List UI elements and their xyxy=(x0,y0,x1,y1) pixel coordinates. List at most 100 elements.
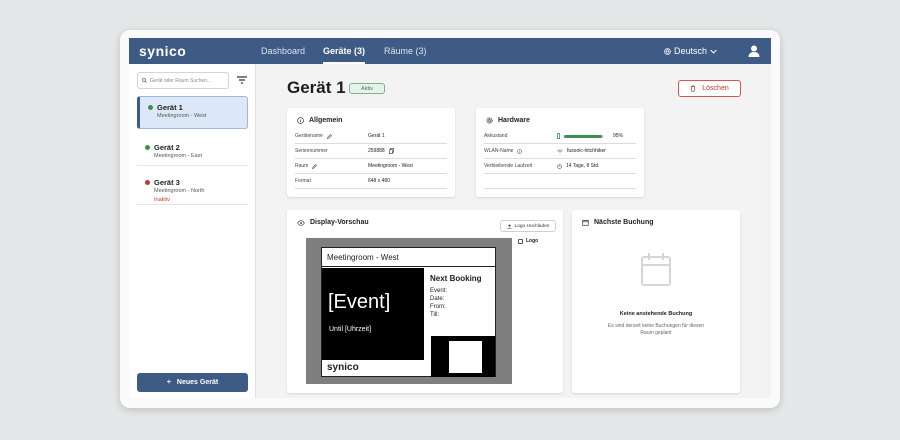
clock-icon xyxy=(557,163,562,169)
app-window: synico Dashboard Geräte (3) Räume (3) De… xyxy=(129,38,771,398)
display-preview-title: Display-Vorschau xyxy=(297,219,369,226)
display-preview-frame: Meetingroom - West [Event] Until [Uhrzei… xyxy=(306,238,512,384)
logo-checkbox-label: Logo xyxy=(526,238,539,244)
language-selector[interactable]: Deutsch xyxy=(664,46,717,56)
nav-dashboard[interactable]: Dashboard xyxy=(261,46,305,56)
language-label: Deutsch xyxy=(674,46,708,56)
nav-rooms[interactable]: Räume (3) xyxy=(384,46,427,56)
status-dot-active xyxy=(145,145,150,150)
hardware-title-text: Hardware xyxy=(498,117,530,124)
device-room: Meetingroom - East xyxy=(154,153,202,159)
hardware-card-title: Hardware xyxy=(486,117,530,124)
plus-icon: + xyxy=(166,379,171,386)
status-dot-inactive xyxy=(145,180,150,185)
hardware-row-wifi: WLAN-Name fusonic-hitchhiker xyxy=(484,144,636,159)
trash-icon xyxy=(691,85,696,92)
general-title-text: Allgemein xyxy=(309,117,343,124)
upload-logo-label: Logo Hochladen xyxy=(514,223,550,229)
filter-icon[interactable] xyxy=(237,76,247,84)
hardware-card: Hardware Akkustand 95% WLAN-Name fusonic… xyxy=(476,108,644,197)
nav-devices[interactable]: Geräte (3) xyxy=(323,46,366,64)
info-icon[interactable] xyxy=(517,148,523,154)
general-card-title: Allgemein xyxy=(297,117,342,124)
preview-event-text: [Event] xyxy=(328,291,391,313)
copy-icon[interactable] xyxy=(388,148,394,154)
row-key: Gerätename xyxy=(295,133,323,139)
gear-icon xyxy=(486,117,493,124)
empty-booking-title: Keine anstehende Buchung xyxy=(619,311,693,317)
status-dot-active xyxy=(148,105,153,110)
page-title: Gerät 1 xyxy=(287,78,346,97)
next-booking-title-text: Nächste Buchung xyxy=(594,219,654,226)
app-logo: synico xyxy=(139,43,187,59)
preview-next-label: Date: xyxy=(430,296,445,302)
row-value: Meetingroom - West xyxy=(368,163,413,169)
chevron-down-icon xyxy=(710,49,717,54)
empty-calendar-icon xyxy=(641,253,671,286)
general-row-name: Gerätename Gerät 1 xyxy=(295,129,447,144)
row-value: fusonic-hitchhiker xyxy=(567,148,606,154)
upload-icon xyxy=(507,223,512,229)
upload-logo-button[interactable]: Logo Hochladen xyxy=(500,220,556,232)
general-card: Allgemein Gerätename Gerät 1 Seriennumme… xyxy=(287,108,455,197)
search-input[interactable]: Gerät oder Raum Suchen... xyxy=(137,72,229,89)
wifi-icon xyxy=(557,149,563,154)
edit-icon[interactable] xyxy=(312,163,318,169)
device-room: Meetingroom - North xyxy=(154,188,205,194)
device-status: Inaktiv xyxy=(154,197,170,203)
preview-footer-logo: synico xyxy=(327,362,359,373)
checkbox-box[interactable] xyxy=(518,238,523,244)
divider xyxy=(137,165,248,166)
edit-icon[interactable] xyxy=(326,133,332,139)
next-booking-title: Nächste Buchung xyxy=(582,219,654,226)
next-booking-card: Nächste Buchung Keine anstehende Buchung… xyxy=(572,210,740,393)
hardware-row-empty xyxy=(484,174,636,189)
device-name: Gerät 3 xyxy=(154,178,180,187)
user-icon[interactable] xyxy=(747,44,761,58)
display-preview-card: Display-Vorschau Logo Hochladen Logo Mee… xyxy=(287,210,563,393)
preview-next-label: Event: xyxy=(430,288,448,294)
general-row-format: Format 648 x 480 xyxy=(295,174,447,189)
new-device-button[interactable]: + Neues Gerät xyxy=(137,373,248,392)
sidebar-item-device-3[interactable]: Gerät 3 Meetingroom - North Inaktiv xyxy=(137,172,248,206)
preview-next-booking: Next Booking Event: Date: From: Till: xyxy=(426,268,495,338)
device-room: Meetingroom - West xyxy=(157,113,207,119)
row-key: Format xyxy=(295,178,311,184)
row-key: WLAN-Name xyxy=(484,148,514,154)
preview-next-title: Next Booking xyxy=(430,274,482,283)
delete-label: Löschen xyxy=(702,85,729,92)
sidebar-item-device-1[interactable]: Gerät 1 Meetingroom - West xyxy=(137,96,248,129)
delete-button[interactable]: Löschen xyxy=(678,80,741,97)
calendar-icon xyxy=(582,219,589,226)
preview-room-name: Meetingroom - West xyxy=(322,248,495,267)
hardware-row-battery: Akkustand 95% xyxy=(484,129,636,144)
top-navigation-bar: synico Dashboard Geräte (3) Räume (3) De… xyxy=(129,38,771,64)
divider xyxy=(137,204,248,205)
row-value: 259888 xyxy=(368,148,385,154)
logo-checkbox[interactable]: Logo xyxy=(518,238,538,244)
empty-booking-text: Es sind derzeit keine Buchungen für dies… xyxy=(607,323,705,336)
status-badge: Aktiv xyxy=(349,83,385,94)
info-icon xyxy=(297,117,304,124)
general-row-serial: Seriennummer 259888 xyxy=(295,144,447,159)
row-key: Akkustand xyxy=(484,133,508,139)
preview-next-label: Till: xyxy=(430,312,440,318)
display-preview-title-text: Display-Vorschau xyxy=(310,219,369,226)
globe-icon xyxy=(664,47,671,55)
row-key: Raum xyxy=(295,163,309,169)
eye-icon xyxy=(297,219,305,226)
battery-icon xyxy=(557,133,560,139)
battery-bar xyxy=(564,134,604,138)
search-placeholder: Gerät oder Raum Suchen... xyxy=(150,77,212,84)
row-key: Seriennummer xyxy=(295,148,328,154)
row-value: 648 x 480 xyxy=(368,178,390,184)
row-key: Verbleibende Laufzeit xyxy=(484,163,533,169)
sidebar-item-device-2[interactable]: Gerät 2 Meetingroom - East xyxy=(137,137,248,165)
hardware-row-runtime: Verbleibende Laufzeit 14 Tage, 8 Std. xyxy=(484,159,636,174)
general-row-room: Raum Meetingroom - West xyxy=(295,159,447,174)
device-name: Gerät 1 xyxy=(157,103,183,112)
preview-qr-placeholder xyxy=(431,336,495,377)
preview-next-label: From: xyxy=(430,304,446,310)
row-value: Gerät 1 xyxy=(368,133,385,139)
row-value: 95% xyxy=(613,133,624,139)
